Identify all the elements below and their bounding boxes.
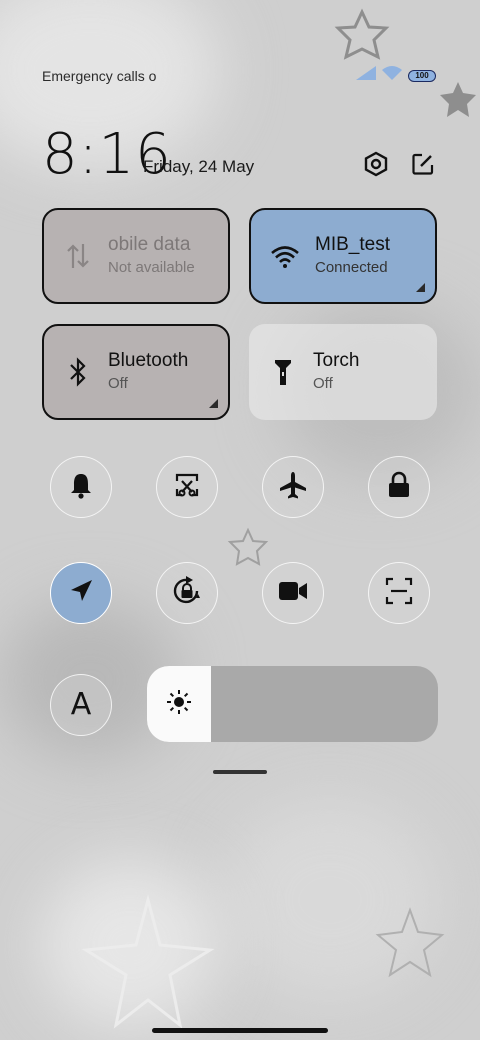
bluetooth-tile[interactable]: Bluetooth Off	[42, 324, 230, 420]
date[interactable]: Friday, 24 May	[143, 157, 254, 177]
font-size-toggle[interactable]: A	[50, 674, 112, 736]
screenshot-icon	[173, 471, 201, 504]
home-indicator[interactable]	[152, 1028, 328, 1033]
status-bar: Emergency calls o 100	[42, 64, 436, 88]
brightness-fill	[147, 666, 211, 742]
signal-icon	[356, 66, 376, 85]
mobile-data-title: obile data	[108, 234, 191, 255]
rotation-lock-icon	[171, 575, 203, 612]
flashlight-icon	[267, 357, 299, 387]
screenshot-toggle[interactable]	[156, 456, 218, 518]
bluetooth-icon	[62, 357, 94, 387]
torch-title: Torch	[313, 350, 360, 371]
ring-toggle[interactable]	[50, 456, 112, 518]
mobile-data-tile[interactable]: obile data Not available	[42, 208, 230, 304]
scanner-toggle[interactable]	[368, 562, 430, 624]
wifi-tile[interactable]: MIB_test Connected	[249, 208, 437, 304]
wifi-icon	[382, 66, 402, 85]
airplane-icon	[278, 470, 308, 505]
bluetooth-title: Bluetooth	[108, 350, 189, 371]
bluetooth-status: Off	[108, 375, 128, 392]
sun-icon	[165, 688, 193, 721]
data-arrows-icon	[62, 242, 94, 270]
lock-icon	[387, 471, 411, 504]
screen-recorder-toggle[interactable]	[262, 562, 324, 624]
torch-tile[interactable]: Torch Off	[249, 324, 437, 420]
expand-corner-icon[interactable]	[209, 399, 218, 408]
torch-status: Off	[313, 375, 333, 392]
video-icon	[278, 580, 308, 607]
location-toggle[interactable]	[50, 562, 112, 624]
panel-drag-handle[interactable]	[213, 770, 267, 774]
battery-icon: 100	[408, 69, 436, 82]
settings-icon[interactable]	[362, 150, 390, 178]
rotation-lock-toggle[interactable]	[156, 562, 218, 624]
brightness-slider[interactable]	[147, 666, 438, 742]
carrier-text: Emergency calls o	[42, 68, 157, 84]
scanner-icon	[385, 577, 413, 610]
expand-corner-icon[interactable]	[416, 283, 425, 292]
airplane-toggle[interactable]	[262, 456, 324, 518]
wifi-status: Connected	[315, 259, 388, 276]
lock-toggle[interactable]	[368, 456, 430, 518]
bell-icon	[68, 471, 94, 504]
mobile-data-status: Not available	[108, 259, 195, 276]
wifi-icon	[269, 244, 301, 268]
location-icon	[68, 578, 94, 609]
font-icon: A	[70, 687, 92, 722]
edit-icon[interactable]	[409, 150, 437, 178]
wifi-title: MIB_test	[315, 234, 390, 255]
clock[interactable]: 8:16	[42, 122, 172, 187]
